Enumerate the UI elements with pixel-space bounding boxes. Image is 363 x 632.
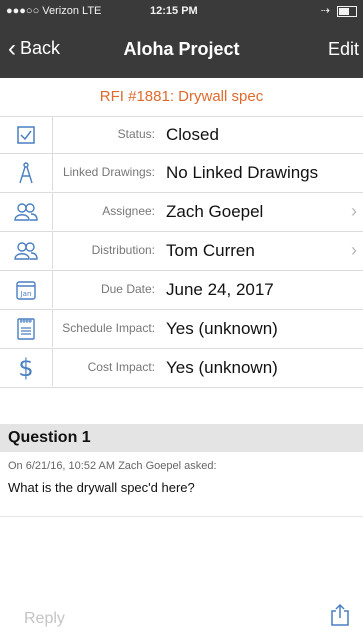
cost-impact-row[interactable]: $ Cost Impact: Yes (unknown) bbox=[0, 349, 363, 388]
checkbox-icon bbox=[0, 116, 53, 153]
question-text: What is the drywall spec'd here? bbox=[8, 480, 195, 495]
distribution-label: Distribution: bbox=[91, 243, 155, 257]
rfi-title: RFI #1881: Drywall spec bbox=[0, 78, 363, 117]
linked-drawings-label: Linked Drawings: bbox=[62, 165, 155, 179]
due-date-value: June 24, 2017 bbox=[166, 279, 274, 299]
linked-drawings-value: No Linked Drawings bbox=[166, 162, 319, 182]
share-button[interactable] bbox=[329, 603, 351, 632]
calendar-icon-text: Jan bbox=[20, 290, 32, 298]
page-title: Aloha Project bbox=[123, 39, 240, 59]
status-value: Closed bbox=[166, 124, 219, 144]
assignee-value: Zach Goepel bbox=[166, 201, 264, 221]
drawing-compass-icon bbox=[0, 154, 53, 191]
assignee-row[interactable]: Assignee: Zach Goepel › bbox=[0, 193, 363, 232]
due-date-row[interactable]: Jan Due Date: June 24, 2017 bbox=[0, 271, 363, 310]
schedule-impact-row[interactable]: Schedule Impact: Yes (unknown) bbox=[0, 310, 363, 349]
question-meta: On 6/21/16, 10:52 AM Zach Goepel asked: bbox=[8, 460, 217, 472]
schedule-impact-value: Yes (unknown) bbox=[166, 318, 278, 338]
status-indicators: ⇢ bbox=[321, 4, 357, 17]
rfi-fields: Status: Closed Linked Drawings: No Linke… bbox=[0, 116, 363, 388]
question-header: Question 1 bbox=[0, 424, 363, 452]
people-icon bbox=[0, 193, 53, 230]
cost-impact-value: Yes (unknown) bbox=[166, 357, 278, 377]
reply-input[interactable]: Reply bbox=[24, 610, 65, 628]
schedule-icon bbox=[0, 310, 53, 347]
navigation-bar: ‹ Back Aloha Project Edit bbox=[0, 22, 363, 78]
calendar-icon: Jan bbox=[0, 271, 53, 308]
status-bar: ●●●○○ Verizon LTE 12:15 PM ⇢ bbox=[0, 0, 363, 22]
cost-impact-label: Cost Impact: bbox=[87, 360, 155, 374]
status-time: 12:15 PM bbox=[150, 5, 198, 17]
assignee-label: Assignee: bbox=[102, 204, 155, 218]
carrier-signal: ●●●○○ Verizon LTE bbox=[6, 5, 102, 17]
distribution-row[interactable]: Distribution: Tom Curren › bbox=[0, 232, 363, 271]
edit-button[interactable]: Edit bbox=[328, 39, 359, 60]
linked-drawings-row[interactable]: Linked Drawings: No Linked Drawings bbox=[0, 154, 363, 193]
status-row: Status: Closed bbox=[0, 116, 363, 154]
location-icon: ⇢ bbox=[320, 5, 330, 17]
chevron-right-icon: › bbox=[351, 201, 357, 221]
status-label: Status: bbox=[117, 127, 155, 141]
dollar-icon: $ bbox=[0, 349, 53, 386]
share-icon bbox=[331, 603, 349, 626]
distribution-value: Tom Curren bbox=[166, 240, 255, 260]
due-date-label: Due Date: bbox=[100, 282, 155, 296]
battery-icon bbox=[337, 5, 357, 17]
people-icon bbox=[0, 232, 53, 269]
divider bbox=[0, 516, 363, 517]
schedule-impact-label: Schedule Impact: bbox=[62, 321, 155, 335]
chevron-right-icon: › bbox=[351, 240, 357, 260]
